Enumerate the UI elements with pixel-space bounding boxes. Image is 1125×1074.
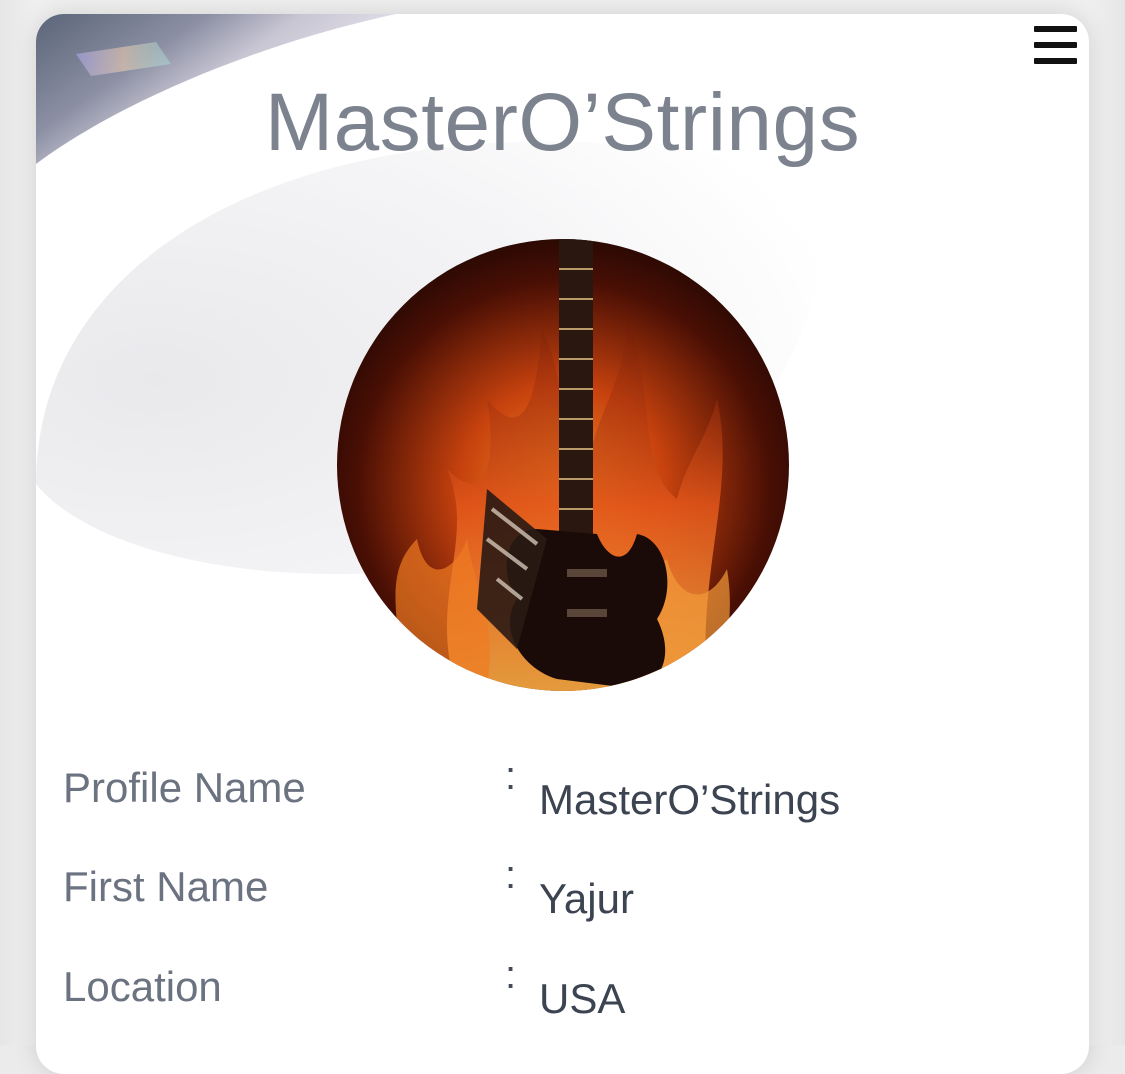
profile-avatar[interactable] xyxy=(337,239,789,691)
separator: : xyxy=(505,754,517,798)
app-frame: MasterO’Strings Profile Name: MasterO’S… xyxy=(0,0,1125,1074)
flaming-guitar-image xyxy=(337,239,789,691)
profile-name-value: MasterO’Strings xyxy=(539,776,841,823)
profile-row-profile-name: Profile Name : MasterO’Strings xyxy=(63,754,1063,834)
page-title: MasterO’Strings xyxy=(264,77,861,168)
first-name-value: Yajur xyxy=(539,875,634,922)
hamburger-menu-icon[interactable] xyxy=(1034,24,1078,64)
menu-bar-top xyxy=(1034,26,1077,32)
menu-bar-bottom xyxy=(1034,58,1077,64)
profile-row-location: Location : USA xyxy=(63,953,1063,1033)
location-value: USA xyxy=(539,975,626,1022)
separator: : xyxy=(505,853,517,897)
location-label: Location xyxy=(63,963,222,1010)
profile-row-first-name: First Name : Yajur xyxy=(63,853,1063,933)
first-name-label: First Name xyxy=(63,863,269,910)
profile-card: MasterO’Strings Profile Name: MasterO’S… xyxy=(36,14,1089,1074)
profile-name-label: Profile Name xyxy=(63,764,306,811)
separator: : xyxy=(505,953,517,997)
menu-bar-middle xyxy=(1034,42,1077,48)
